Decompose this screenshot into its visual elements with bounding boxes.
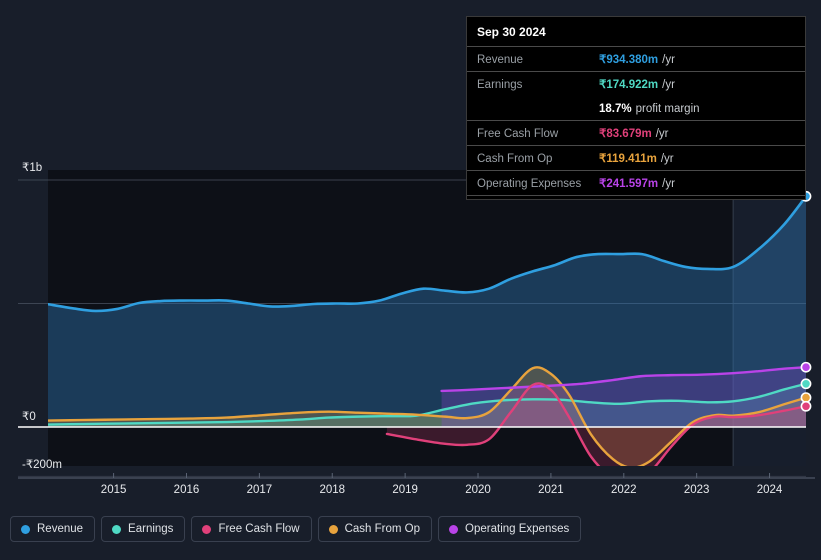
legend-item-free-cash-flow[interactable]: Free Cash Flow bbox=[191, 516, 312, 542]
tooltip-metric-value: ₹241.597m bbox=[599, 178, 659, 190]
x-axis-tick-2021: 2021 bbox=[538, 484, 564, 496]
financial-chart-page: ₹1b ₹0 -₹200m 2015 2016 2017 2018 2019 2020 20… bbox=[0, 0, 821, 560]
tooltip-date: Sep 30 2024 bbox=[477, 25, 546, 39]
legend-color-dot-icon bbox=[202, 524, 212, 534]
legend-item-earnings[interactable]: Earnings bbox=[101, 516, 186, 542]
tooltip-row-free-cash-flow: Free Cash Flow ₹83.679m/yr bbox=[467, 120, 805, 145]
legend-item-revenue[interactable]: Revenue bbox=[10, 516, 96, 542]
legend-color-dot-icon bbox=[21, 524, 30, 534]
x-axis-tick-2015: 2015 bbox=[100, 484, 127, 496]
legend-item-label: Operating Expenses bbox=[465, 523, 570, 535]
tooltip-metric-value: ₹119.411m bbox=[599, 153, 657, 165]
x-axis-tick-2023: 2023 bbox=[683, 484, 710, 496]
x-axis-tick-2020: 2020 bbox=[465, 484, 491, 496]
x-axis-tick-2017: 2017 bbox=[246, 484, 273, 496]
legend-color-dot-icon bbox=[449, 524, 459, 534]
data-tooltip: Sep 30 2024 Revenue ₹934.380m/yr Earnings ₹… bbox=[466, 16, 806, 200]
tooltip-profit-margin-value: 18.7% bbox=[599, 103, 632, 115]
tooltip-metric-value: ₹174.922m bbox=[599, 79, 659, 91]
tooltip-metric-unit: /yr bbox=[660, 153, 674, 165]
y-axis-label-0: ₹0 bbox=[22, 411, 36, 423]
tooltip-row-earnings: Earnings ₹174.922m/yr bbox=[467, 71, 805, 96]
tooltip-metric-label: Cash From Op bbox=[477, 153, 553, 165]
tooltip-row-revenue: Revenue ₹934.380m/yr bbox=[467, 46, 805, 71]
legend-color-dot-icon bbox=[112, 524, 122, 534]
tooltip-rows: Revenue ₹934.380m/yr Earnings ₹174.922m/yr 1… bbox=[467, 46, 805, 199]
x-axis-tick-2024: 2024 bbox=[756, 484, 783, 496]
tooltip-profit-margin-label: profit margin bbox=[635, 103, 700, 115]
tooltip-metric-label: Earnings bbox=[477, 79, 523, 91]
tooltip-row-profit-margin: 18.7% profit margin bbox=[467, 96, 805, 120]
legend-item-label: Cash From Op bbox=[344, 523, 421, 535]
tooltip-metric-label: Revenue bbox=[477, 54, 524, 66]
tooltip-metric-label: Operating Expenses bbox=[477, 178, 582, 190]
legend-item-cash-from-op[interactable]: Cash From Op bbox=[317, 516, 433, 542]
legend-item-label: Free Cash Flow bbox=[218, 523, 300, 535]
legend-color-dot-icon bbox=[328, 524, 338, 534]
y-axis-label-neg200: -₹200m bbox=[22, 459, 62, 471]
tooltip-metric-unit: /yr bbox=[662, 178, 675, 190]
tooltip-row-operating-expenses: Operating Expenses ₹241.597m/yr bbox=[467, 170, 805, 195]
x-axis-tick-2018: 2018 bbox=[319, 484, 346, 496]
x-axis-tick-2016: 2016 bbox=[173, 484, 200, 496]
tooltip-metric-value: ₹934.380m bbox=[599, 54, 659, 66]
tooltip-metric-unit: /yr bbox=[662, 54, 675, 66]
legend-item-label: Revenue bbox=[37, 523, 84, 535]
tooltip-metric-label: Free Cash Flow bbox=[477, 128, 559, 140]
tooltip-row-cash-from-op: Cash From Op ₹119.411m/yr bbox=[467, 145, 805, 170]
tooltip-bottom-divider bbox=[467, 195, 805, 199]
tooltip-metric-value: ₹83.679m bbox=[599, 128, 652, 140]
tooltip-metric-unit: /yr bbox=[662, 79, 675, 91]
x-axis-tick-2019: 2019 bbox=[392, 484, 418, 496]
legend-item-operating-expenses[interactable]: Operating Expenses bbox=[438, 516, 582, 542]
y-axis-label-1b: ₹1b bbox=[22, 162, 43, 174]
x-axis-tick-2022: 2022 bbox=[610, 484, 637, 496]
legend-item-label: Earnings bbox=[128, 523, 174, 535]
chart-legend: Revenue Earnings Free Cash Flow Cash From O… bbox=[10, 516, 582, 542]
tooltip-metric-unit: /yr bbox=[655, 128, 669, 140]
